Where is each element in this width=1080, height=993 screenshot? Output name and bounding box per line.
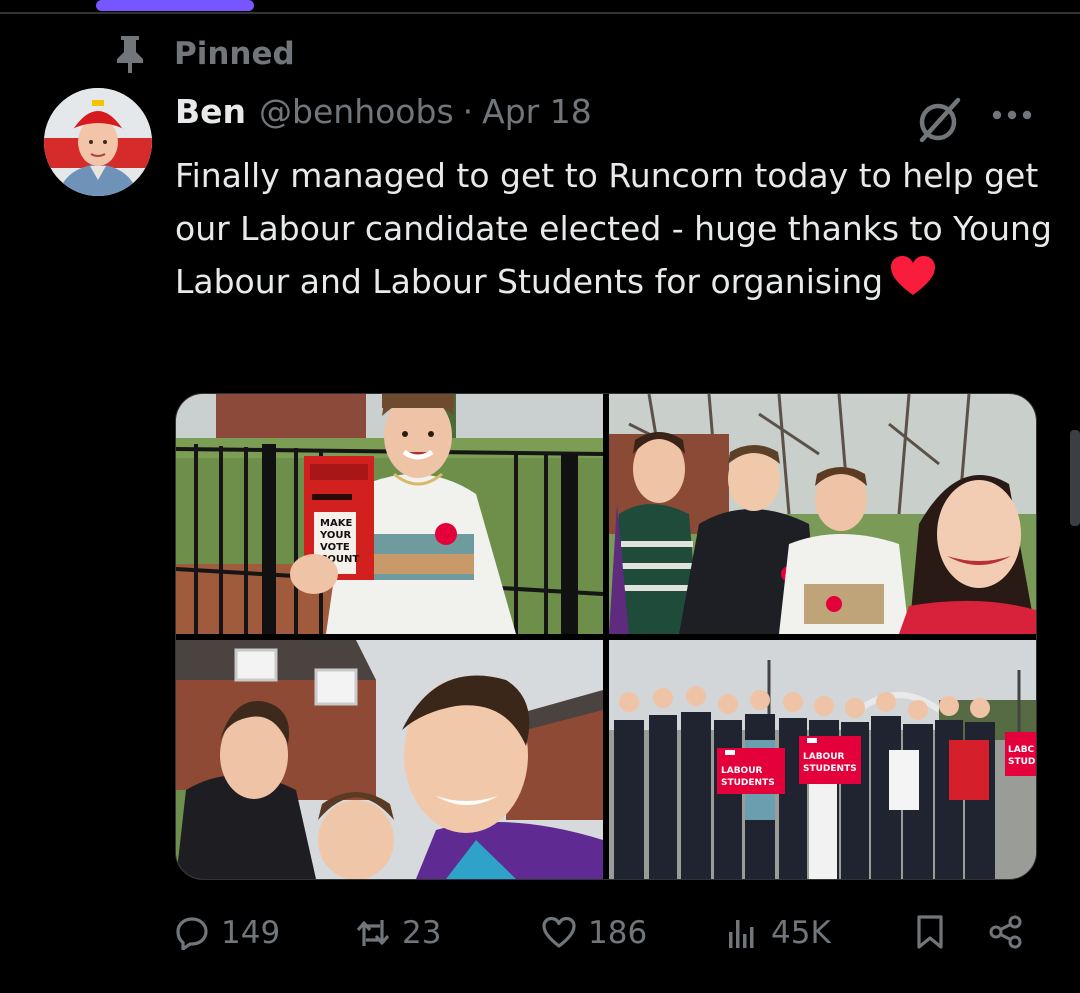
views-icon [729,920,754,948]
repost-icon [356,920,390,946]
like-icon [542,916,576,948]
tweet-actions: 149 23 186 45K [175,915,1035,961]
reply-button[interactable]: 149 [175,915,280,951]
views-button[interactable]: 45K [725,915,831,951]
red-heart-emoji [891,256,936,295]
repost-count: 23 [402,915,442,951]
reply-icon [176,917,208,950]
pin-icon [117,36,143,73]
svg-text:LABOUR: LABOUR [721,766,763,776]
photo-group-selfie[interactable] [609,394,1036,634]
grok-icon[interactable] [912,96,964,144]
top-divider [0,12,1080,14]
scrollbar-thumb[interactable] [1070,430,1080,526]
pinned-label: Pinned [174,36,295,72]
svg-text:VOTE: VOTE [320,542,350,553]
svg-text:STUDENTS: STUDENTS [721,778,775,788]
photo-group-placards[interactable]: LABOUR STUDENTS LABOUR STUDENTS LABC STU… [609,640,1036,879]
avatar[interactable] [44,88,152,196]
pinned-indicator: Pinned [112,34,295,74]
svg-text:LABC: LABC [1008,745,1035,755]
bookmark-icon [917,915,943,949]
share-icon [989,915,1022,949]
bookmark-button[interactable] [913,915,947,949]
share-button[interactable] [989,915,1023,949]
tweet-header: Ben @benhoobs · Apr 18 [175,92,592,131]
svg-text:STUDENTS: STUDENTS [803,764,857,774]
svg-text:MAKE: MAKE [320,518,352,529]
photo-postbox[interactable]: MAKE YOUR VOTE COUNT [176,394,603,634]
like-button[interactable]: 186 [542,915,647,951]
tweet-date[interactable]: Apr 18 [482,92,592,131]
media-grid: MAKE YOUR VOTE COUNT LABOUR STUDENTS LAB… [175,393,1037,880]
more-icon[interactable] [990,108,1034,122]
views-count: 45K [771,915,831,951]
header-separator: · [462,92,474,131]
repost-button[interactable]: 23 [356,915,441,951]
photo-street-selfie[interactable] [176,640,603,879]
svg-text:STUD: STUD [1008,757,1035,767]
author-name[interactable]: Ben [175,92,246,131]
svg-text:LABOUR: LABOUR [803,752,845,762]
reply-count: 149 [221,915,281,951]
svg-text:YOUR: YOUR [319,530,352,541]
tweet-body: Finally managed to get to Runcorn today … [175,150,1055,309]
author-handle[interactable]: @benhoobs [259,92,454,131]
active-tab-indicator [96,0,254,11]
like-count: 186 [588,915,648,951]
